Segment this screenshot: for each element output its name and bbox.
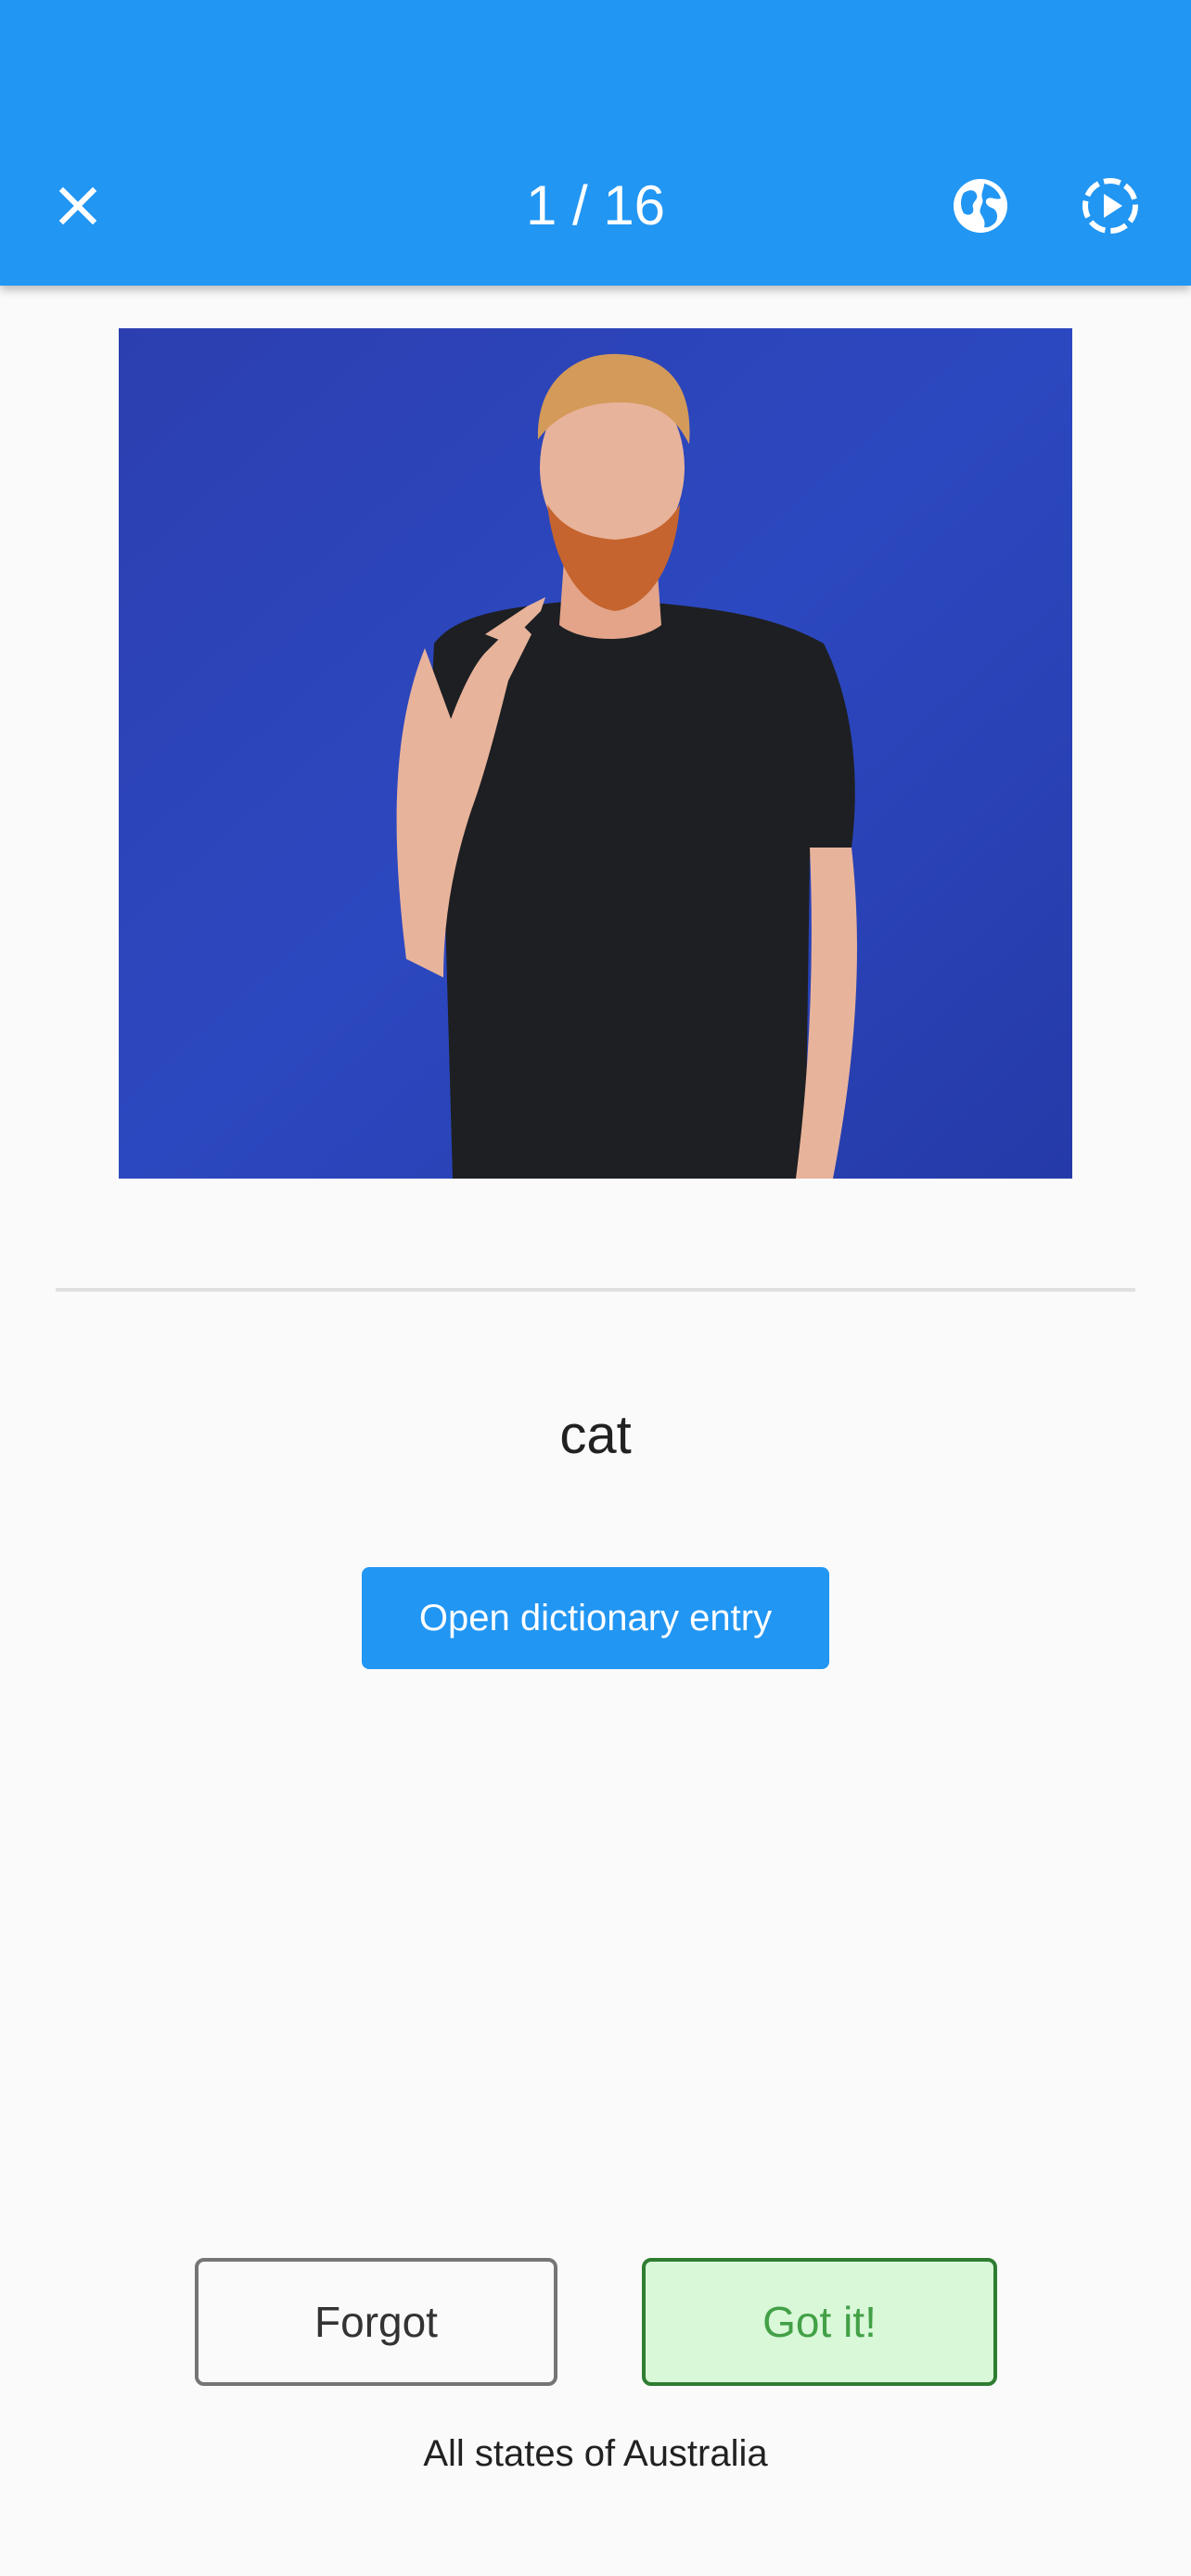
region-button[interactable] (947, 172, 1014, 239)
globe-icon (954, 179, 1007, 233)
open-dictionary-button[interactable]: Open dictionary entry (362, 1567, 829, 1669)
close-button[interactable] (45, 172, 111, 239)
signer-image (119, 328, 1072, 1179)
autoplay-button[interactable] (1077, 172, 1144, 239)
got-it-button[interactable]: Got it! (642, 2258, 997, 2386)
app-bar: 1 / 16 (0, 0, 1191, 286)
card-word: cat (559, 1405, 632, 1465)
region-label: All states of Australia (423, 2433, 768, 2474)
card-counter: 1 / 16 (525, 174, 666, 236)
divider (56, 1288, 1135, 1292)
sign-video[interactable] (119, 328, 1072, 1179)
play-circle-dashed-icon (1082, 178, 1138, 234)
close-icon (58, 186, 97, 225)
forgot-button[interactable]: Forgot (195, 2258, 557, 2386)
status-bar (0, 0, 1191, 11)
